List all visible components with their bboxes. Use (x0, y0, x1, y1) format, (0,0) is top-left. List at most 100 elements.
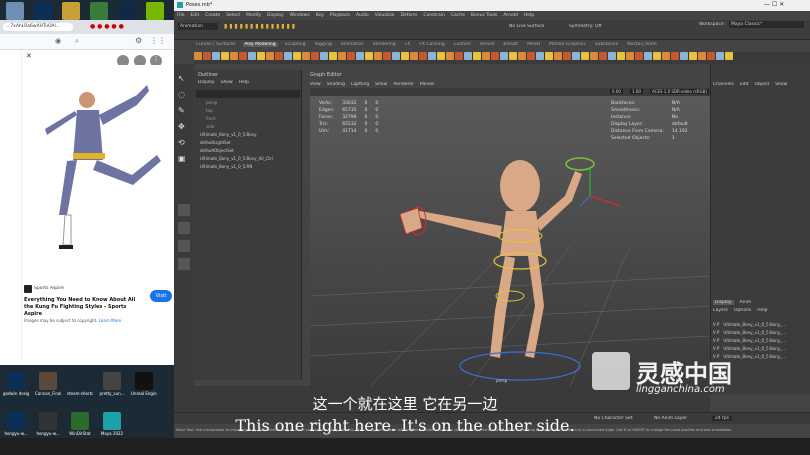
shelf-tool-icon[interactable] (437, 52, 445, 60)
menu-item[interactable]: Deform (401, 13, 418, 18)
shelf-tool-icon[interactable] (410, 52, 418, 60)
layer-vis[interactable]: V P (713, 346, 719, 351)
character-rig[interactable] (310, 96, 710, 386)
colorspace-field[interactable]: ACES 1.0 SDR-video (sRGB) (650, 89, 710, 94)
menu-item[interactable]: Arnold (503, 13, 518, 18)
layout-icon[interactable] (178, 240, 190, 252)
shelf-tool-icon[interactable] (680, 52, 688, 60)
shelf-tool-icon[interactable] (644, 52, 652, 60)
kung-fu-photo[interactable] (37, 65, 167, 255)
menu-item[interactable]: Key (316, 13, 324, 18)
shelf-tool-icon[interactable] (698, 52, 706, 60)
shelf-tool-icon[interactable] (392, 52, 400, 60)
close-icon[interactable]: ✕ (26, 52, 32, 60)
shelf-tool-icon[interactable] (320, 52, 328, 60)
shelf-tool-icon[interactable] (257, 52, 265, 60)
shelf-tool-icon[interactable] (401, 52, 409, 60)
shelf-tool-icon[interactable] (491, 52, 499, 60)
exposure-field[interactable]: 1.00 (630, 89, 643, 94)
shelf-tool-icon[interactable] (383, 52, 391, 60)
menu-item[interactable]: Display (267, 13, 284, 18)
menu-item[interactable]: Select (226, 13, 240, 18)
learn-more-link[interactable]: Learn More (99, 318, 121, 323)
search-icon[interactable]: ⌕ (75, 37, 79, 46)
menu-item[interactable]: Bonus Tools (471, 13, 497, 18)
menu-item[interactable]: Help (524, 13, 534, 18)
shelf-tool-icon[interactable] (293, 52, 301, 60)
shelf-tool-icon[interactable] (194, 52, 202, 60)
viewport-menu-item[interactable]: Shading (327, 82, 345, 87)
select-tool-icon[interactable]: ↖ (178, 74, 190, 84)
menu-item[interactable]: Edit (191, 13, 200, 18)
rotate-tool-icon[interactable]: ⟲ (178, 138, 190, 148)
shelf-tool-icon[interactable] (419, 52, 427, 60)
shelf-tool-icon[interactable] (482, 52, 490, 60)
shelf-tool-icon[interactable] (545, 52, 553, 60)
shelf-tool-icon[interactable] (635, 52, 643, 60)
move-tool-icon[interactable]: ✥ (178, 122, 190, 132)
camera-icon[interactable]: ◉ (55, 37, 61, 45)
shelf-tool-icon[interactable] (455, 52, 463, 60)
shelf-tool-icon[interactable] (374, 52, 382, 60)
shelf-tab[interactable]: Motion Graphics (547, 42, 588, 47)
menu-item[interactable]: Visualize (375, 13, 395, 18)
layer-tab[interactable]: Anim (740, 300, 752, 305)
shelf-tool-icon[interactable] (311, 52, 319, 60)
shelf-tool-icon[interactable] (446, 52, 454, 60)
shelf-tool-icon[interactable] (689, 52, 697, 60)
menu-item[interactable]: Windows (290, 13, 310, 18)
shelf-tool-icon[interactable] (509, 52, 517, 60)
layer-row[interactable]: V P Ultimate_Bony_v1_0_5:Bony_... (713, 346, 809, 354)
shelf-tab[interactable]: Substance (593, 42, 621, 47)
shelf-tool-icon[interactable] (671, 52, 679, 60)
shelf-tool-icon[interactable] (302, 52, 310, 60)
shelf-tab[interactable]: Custom (452, 42, 473, 47)
layer-vis[interactable]: V P (713, 330, 719, 335)
viewport-menu-item[interactable]: Lighting (351, 82, 369, 87)
shelf-tab[interactable]: Bifrost (501, 42, 520, 47)
menu-item[interactable]: Playback (330, 13, 350, 18)
outliner-item[interactable]: defaultLightSet (196, 140, 300, 148)
shelf-tool-icon[interactable] (716, 52, 724, 60)
menu-item[interactable]: Modify (246, 13, 261, 18)
layer-row[interactable]: V P Ultimate_Bony_v1_0_5:Bony_... (713, 338, 809, 346)
menu-item[interactable]: Audio (356, 13, 369, 18)
shelf-tool-icon[interactable] (662, 52, 670, 60)
layer-vis[interactable]: V P (713, 322, 719, 327)
shelf-tool-icon[interactable] (473, 52, 481, 60)
shelf-tool-icon[interactable] (356, 52, 364, 60)
shelf-tool-icon[interactable] (599, 52, 607, 60)
outliner-item[interactable]: Ultimate_Bony_v1_0_5:Bony (196, 132, 300, 140)
outliner-item[interactable]: top (196, 108, 300, 116)
shelf-tool-icon[interactable] (617, 52, 625, 60)
shelf-tool-icon[interactable] (230, 52, 238, 60)
viewport-menu-item[interactable]: View (310, 82, 321, 87)
shelf-tool-icon[interactable] (338, 52, 346, 60)
layer-menu-item[interactable]: Help (757, 308, 767, 313)
shelf-tool-icon[interactable] (608, 52, 616, 60)
channel-menu-item[interactable]: Object (755, 82, 770, 87)
outliner-item[interactable]: front (196, 116, 300, 124)
outliner-menu-item[interactable]: Display (198, 80, 215, 85)
outliner-item[interactable]: defaultObjectSet (196, 148, 300, 156)
shelf-tool-icon[interactable] (500, 52, 508, 60)
menu-item[interactable]: Create (205, 13, 220, 18)
shelf-tab[interactable]: Poly Modeling (242, 42, 278, 47)
layer-row[interactable]: V P Ultimate_Bony_v1_0_5:Bony_... (713, 330, 809, 338)
layer-row[interactable]: V P Ultimate_Bony_v1_0_5:Bony_... (713, 322, 809, 330)
layer-tab[interactable]: Display (713, 300, 734, 305)
viewport-menu-item[interactable]: Panels (420, 82, 434, 87)
shelf-tab[interactable]: Sculpting (283, 42, 308, 47)
menu-item[interactable]: Cache (451, 13, 465, 18)
headline[interactable]: Everything You Need to Know About All th… (24, 297, 142, 318)
shelf-tool-icon[interactable] (275, 52, 283, 60)
paint-tool-icon[interactable]: ✎ (178, 106, 190, 116)
source-label[interactable]: Sports Aspire (34, 286, 64, 291)
status-icons[interactable]: ▮ ▮ ▮ ▮ ▮ ▮ ▮ ▮ ▮ ▮ ▮ ▮ ▮ ▮ (224, 23, 295, 30)
workspace-selector[interactable]: Maya Classic* (729, 21, 804, 28)
shelf-tool-icon[interactable] (572, 52, 580, 60)
layout-icon[interactable] (178, 222, 190, 234)
shelf-tool-icon[interactable] (590, 52, 598, 60)
shelf-tab[interactable]: Rendering (371, 42, 398, 47)
shelf-tool-icon[interactable] (248, 52, 256, 60)
